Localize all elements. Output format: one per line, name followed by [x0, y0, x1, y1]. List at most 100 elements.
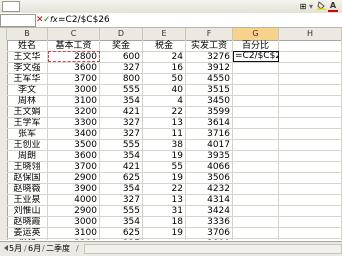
name-cell[interactable]: 王创业 — [7, 140, 48, 151]
percent-cell[interactable] — [233, 206, 279, 217]
name-cell[interactable]: 周朗 — [7, 151, 48, 162]
empty-cell[interactable] — [279, 74, 342, 85]
percent-cell[interactable] — [233, 217, 279, 228]
empty-cell[interactable] — [279, 184, 342, 195]
tax-cell[interactable]: 19 — [143, 151, 186, 162]
percent-cell[interactable] — [233, 239, 279, 240]
percent-cell[interactable] — [233, 184, 279, 195]
horizontal-scrollbar[interactable] — [84, 244, 342, 254]
name-cell[interactable]: 张军 — [7, 129, 48, 140]
bonus-cell[interactable]: 327 — [100, 195, 143, 206]
base-salary-cell[interactable]: 4000 — [48, 195, 100, 206]
tax-cell[interactable]: 19 — [143, 228, 186, 239]
name-cell[interactable]: 李文 — [7, 85, 48, 96]
tax-cell[interactable]: 22 — [143, 107, 186, 118]
header-cell-tax[interactable]: 税金 — [143, 40, 186, 52]
empty-cell[interactable] — [279, 85, 342, 96]
empty-cell[interactable] — [279, 239, 342, 240]
percent-cell[interactable] — [233, 140, 279, 151]
net-pay-cell[interactable]: 3800 — [186, 239, 233, 240]
net-pay-cell[interactable]: 4066 — [186, 162, 233, 173]
bonus-cell[interactable]: 421 — [100, 162, 143, 173]
name-cell[interactable]: 赵晓霞 — [7, 217, 48, 228]
header-cell-base-salary[interactable]: 基本工资 — [48, 40, 100, 52]
base-salary-cell[interactable]: 3200 — [48, 239, 100, 240]
empty-cell[interactable] — [279, 228, 342, 239]
cell-style-dropdown[interactable] — [2, 1, 20, 12]
worksheet-grid[interactable]: 姓名 基本工资 奖金 税金 实发工资 百分比 王文华 2800 600 24 3276 李… — [7, 40, 342, 240]
font-color-button[interactable]: A — [328, 1, 338, 12]
tax-cell[interactable]: 18 — [143, 217, 186, 228]
percent-cell[interactable] — [233, 151, 279, 162]
name-cell[interactable]: 王学军 — [7, 118, 48, 129]
column-header-g[interactable]: G — [233, 28, 279, 40]
percent-cell[interactable] — [233, 195, 279, 206]
empty-cell[interactable] — [279, 173, 342, 184]
percent-cell[interactable] — [233, 228, 279, 239]
base-salary-cell[interactable]: 3900 — [48, 184, 100, 195]
name-cell[interactable]: 李文强 — [7, 63, 48, 74]
tax-cell[interactable]: 13 — [143, 118, 186, 129]
tax-cell[interactable]: 38 — [143, 140, 186, 151]
net-pay-cell[interactable]: 4550 — [186, 74, 233, 85]
column-header-h[interactable]: H — [279, 28, 342, 40]
tax-cell[interactable]: 50 — [143, 74, 186, 85]
name-cell[interactable]: 王文娟 — [7, 107, 48, 118]
name-cell[interactable]: 张华 — [7, 239, 48, 240]
tax-cell[interactable] — [143, 239, 186, 240]
name-cell[interactable]: 姜运英 — [7, 228, 48, 239]
base-salary-cell[interactable]: 3100 — [48, 228, 100, 239]
borders-icon[interactable]: ⊞ — [298, 1, 308, 12]
percent-cell[interactable] — [233, 74, 279, 85]
net-pay-cell[interactable]: 3336 — [186, 217, 233, 228]
tax-cell[interactable]: 31 — [143, 206, 186, 217]
percent-cell[interactable] — [233, 85, 279, 96]
base-salary-cell[interactable]: 2800 — [48, 52, 100, 63]
empty-cell[interactable] — [279, 140, 342, 151]
empty-cell[interactable] — [279, 118, 342, 129]
base-salary-cell[interactable]: 3000 — [48, 85, 100, 96]
tax-cell[interactable]: 16 — [143, 63, 186, 74]
percent-cell[interactable] — [233, 129, 279, 140]
name-cell[interactable]: 刘惟山 — [7, 206, 48, 217]
bonus-cell[interactable]: 354 — [100, 151, 143, 162]
base-salary-cell[interactable]: 3500 — [48, 140, 100, 151]
base-salary-cell[interactable]: 3200 — [48, 107, 100, 118]
empty-cell[interactable] — [279, 129, 342, 140]
percent-cell[interactable] — [233, 63, 279, 74]
name-box[interactable] — [0, 14, 36, 27]
bonus-cell[interactable]: 327 — [100, 129, 143, 140]
bonus-cell[interactable]: 327 — [100, 63, 143, 74]
tax-cell[interactable]: 11 — [143, 129, 186, 140]
base-salary-cell[interactable]: 2900 — [48, 206, 100, 217]
bonus-cell[interactable]: 800 — [100, 74, 143, 85]
empty-cell[interactable] — [279, 107, 342, 118]
insert-function-icon[interactable]: fx — [50, 14, 58, 26]
tax-cell[interactable]: 4 — [143, 96, 186, 107]
empty-cell[interactable] — [279, 151, 342, 162]
net-pay-cell[interactable]: 3450 — [186, 96, 233, 107]
column-header-b[interactable]: B — [7, 28, 48, 40]
empty-cell[interactable] — [279, 206, 342, 217]
net-pay-cell[interactable]: 3276 — [186, 52, 233, 63]
percent-cell[interactable] — [233, 162, 279, 173]
header-cell-percent[interactable]: 百分比 — [233, 40, 279, 52]
empty-cell[interactable] — [279, 195, 342, 206]
net-pay-cell[interactable]: 3912 — [186, 63, 233, 74]
name-cell[interactable]: 王文华 — [7, 52, 48, 63]
empty-cell[interactable] — [279, 52, 342, 63]
tax-cell[interactable]: 24 — [143, 52, 186, 63]
base-salary-cell[interactable]: 3700 — [48, 162, 100, 173]
name-cell[interactable]: 赵保国 — [7, 173, 48, 184]
bonus-cell[interactable]: 555 — [100, 206, 143, 217]
base-salary-cell[interactable]: 3000 — [48, 217, 100, 228]
empty-cell[interactable] — [279, 96, 342, 107]
tax-cell[interactable]: 55 — [143, 162, 186, 173]
empty-cell[interactable] — [279, 217, 342, 228]
base-salary-cell[interactable]: 3600 — [48, 63, 100, 74]
name-cell[interactable]: 王业泉 — [7, 195, 48, 206]
sheet-tab-may[interactable]: 5月 — [9, 242, 22, 255]
net-pay-cell[interactable]: 3515 — [186, 85, 233, 96]
percent-cell[interactable] — [233, 52, 279, 63]
name-cell[interactable]: 王晓翎 — [7, 162, 48, 173]
